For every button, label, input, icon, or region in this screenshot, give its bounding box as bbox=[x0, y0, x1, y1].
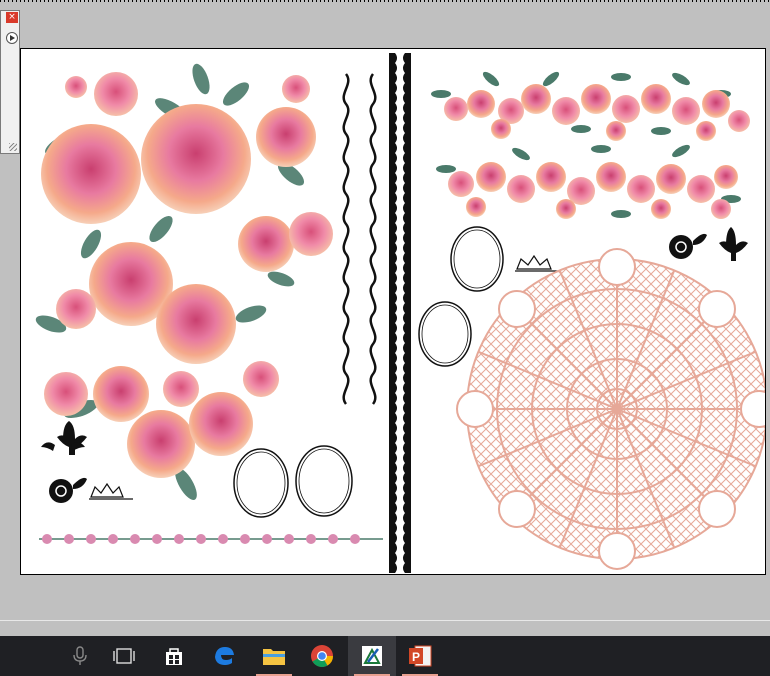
document-canvas[interactable] bbox=[20, 48, 766, 575]
powerpoint-icon[interactable]: P bbox=[396, 636, 444, 676]
scroll-vine-border-left bbox=[342, 73, 350, 405]
powerpoint-letter: P bbox=[412, 650, 420, 664]
crown-ornament-right bbox=[515, 254, 561, 272]
task-view-icon[interactable] bbox=[100, 636, 148, 676]
microphone-icon[interactable] bbox=[56, 636, 104, 676]
rose-band-bottom bbox=[436, 144, 741, 219]
chrome-icon[interactable] bbox=[298, 636, 346, 676]
play-circle-icon[interactable] bbox=[6, 32, 18, 44]
lace-doily-illustration bbox=[456, 248, 765, 570]
file-explorer-icon[interactable] bbox=[250, 636, 298, 676]
scroll-vine-border-right bbox=[369, 73, 377, 405]
resize-grip-icon[interactable] bbox=[9, 143, 17, 151]
oval-frame-bottom bbox=[418, 301, 472, 367]
floating-tool-panel[interactable]: × bbox=[0, 10, 20, 154]
store-icon[interactable] bbox=[150, 636, 198, 676]
top-border-strip bbox=[0, 0, 770, 2]
oval-frame-top bbox=[450, 226, 504, 292]
rose-band-top bbox=[431, 71, 750, 141]
lace-tape-left bbox=[389, 53, 397, 573]
artwork-sheet bbox=[35, 53, 765, 573]
crown-ornament bbox=[89, 482, 133, 500]
flower-garland-strip bbox=[39, 534, 383, 544]
panel-close-button[interactable]: × bbox=[6, 12, 18, 23]
lace-tape-right bbox=[403, 53, 411, 573]
fleur-de-lis-ornament bbox=[41, 421, 87, 455]
windows-taskbar: P bbox=[0, 636, 770, 676]
image-editor-icon[interactable] bbox=[348, 636, 396, 676]
oval-frame-right bbox=[295, 445, 353, 517]
black-rose-ornament-right bbox=[669, 233, 707, 259]
black-rose-ornament bbox=[49, 477, 87, 503]
divider-line bbox=[0, 620, 770, 621]
oval-frame-left bbox=[233, 448, 289, 518]
workspace-background bbox=[0, 578, 770, 636]
edge-icon[interactable] bbox=[200, 636, 248, 676]
fleur-de-lis-ornament-right bbox=[719, 227, 748, 261]
